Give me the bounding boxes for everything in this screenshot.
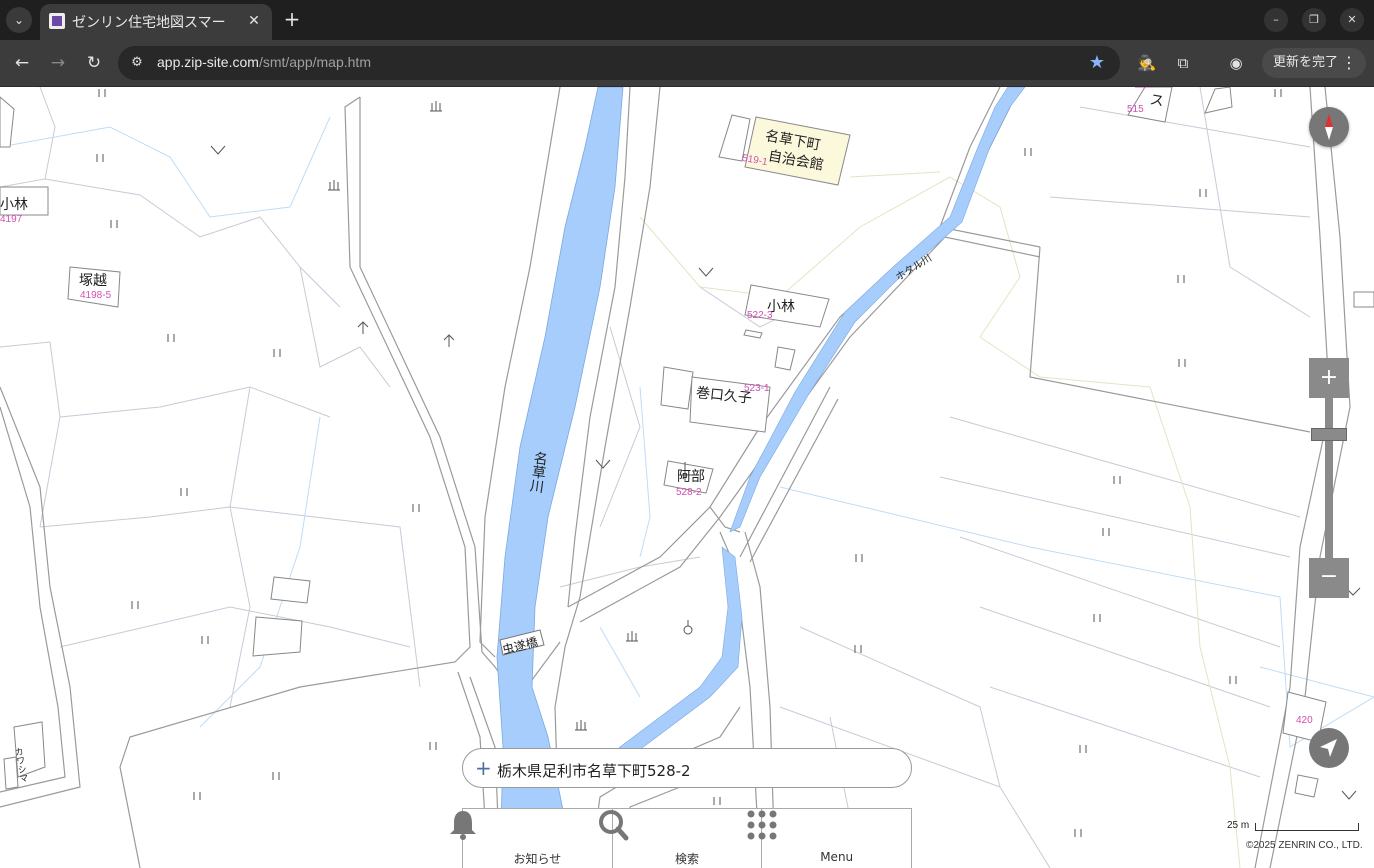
copyright-text: ©2025 ZENRIN CO., LTD. [1246, 840, 1363, 851]
map-building-label[interactable]: 小林 [0, 194, 28, 214]
compass-needle-icon [1325, 114, 1333, 140]
search-label: 検索 [675, 852, 700, 866]
profile-icon[interactable]: ◉ [1225, 52, 1247, 74]
notice-button[interactable]: お知らせ [450, 809, 613, 868]
navigation-arrow-icon [1320, 739, 1337, 757]
map-building-label[interactable]: 塚越 [79, 270, 107, 290]
zoom-slider-handle[interactable] [1311, 428, 1347, 441]
update-button[interactable]: 更新を完了 ⋮ [1262, 48, 1366, 78]
bookmark-star-icon[interactable]: ★ [1086, 52, 1108, 74]
forward-arrow-icon[interactable]: → [45, 50, 71, 76]
map-lot-number: 522-3 [747, 310, 773, 321]
map-lot-number: 4197 [0, 214, 23, 225]
close-window-icon[interactable]: ✕ [1340, 8, 1364, 32]
scale-bar [1255, 823, 1359, 831]
notice-label: お知らせ [513, 852, 562, 866]
search-button[interactable]: 検索 [598, 809, 763, 868]
active-tab[interactable]: ゼンリン住宅地図スマー ✕ [40, 4, 272, 40]
reload-icon[interactable]: ↻ [81, 50, 107, 76]
new-tab-plus-icon[interactable]: + [282, 9, 302, 31]
tab-search-chevron-icon[interactable]: ⌄ [6, 7, 32, 33]
scale-label: 25 m [1227, 820, 1250, 831]
site-info-tune-icon[interactable]: ⚙ [128, 54, 146, 72]
close-tab-icon[interactable]: ✕ [244, 11, 264, 31]
url-path: /smt/app/map.htm [258, 54, 371, 70]
zoom-out-button[interactable]: − [1309, 558, 1349, 598]
browser-toolbar: ← → ↻ ⚙ app.zip-site.com/smt/app/map.htm… [0, 40, 1374, 87]
map-lot-number: 523-1 [744, 383, 770, 394]
map-building-label-selected[interactable]: 阿部 [677, 466, 705, 486]
address-display[interactable]: + 栃木県足利市名草下町528-2 [462, 748, 912, 788]
extension-spy-icon[interactable]: 🕵 [1136, 52, 1158, 74]
grid-menu-icon [747, 810, 777, 840]
map-lot-number: 528-2 [676, 487, 702, 498]
bottom-menu: お知らせ 検索 Menu [450, 808, 912, 868]
url-host: app.zip-site.com [157, 54, 259, 70]
tab-bar: ⌄ ゼンリン住宅地図スマー ✕ + – ❐ ✕ [0, 0, 1374, 40]
map-lot-number: 515 [1127, 104, 1144, 115]
map-lot-number: 420 [1296, 715, 1313, 726]
map-canvas[interactable]: 名草下町 自治会館 519-1 小林 4197 塚越 4198-5 小林 522… [0, 87, 1374, 868]
menu-label: Menu [820, 850, 854, 864]
zoom-in-button[interactable]: + [1309, 358, 1349, 398]
map-scale: 25 m [1227, 820, 1361, 834]
url-text[interactable]: app.zip-site.com/smt/app/map.htm [157, 54, 371, 70]
update-label: 更新を完了 [1273, 55, 1339, 70]
current-location-button[interactable] [1309, 728, 1349, 768]
minimize-icon[interactable]: – [1264, 8, 1288, 32]
address-text: 栃木県足利市名草下町528-2 [497, 762, 691, 780]
zenrin-favicon-icon [49, 13, 65, 29]
compass-button[interactable] [1309, 107, 1349, 147]
tab-title: ゼンリン住宅地図スマー [72, 15, 226, 31]
map-lot-number: 4198-5 [80, 290, 112, 301]
crosshair-plus-icon: + [475, 756, 492, 780]
zoom-slider-track[interactable] [1325, 398, 1333, 558]
menu-button[interactable]: Menu [747, 809, 911, 868]
extensions-puzzle-icon[interactable]: ⧉ [1172, 52, 1194, 74]
address-omnibox[interactable]: ⚙ app.zip-site.com/smt/app/map.htm ★ [118, 46, 1120, 80]
restore-icon[interactable]: ❐ [1302, 8, 1326, 32]
bell-icon [450, 811, 476, 840]
back-arrow-icon[interactable]: ← [9, 50, 35, 76]
kebab-menu-icon[interactable]: ⋮ [1341, 48, 1357, 78]
search-icon [598, 810, 629, 841]
